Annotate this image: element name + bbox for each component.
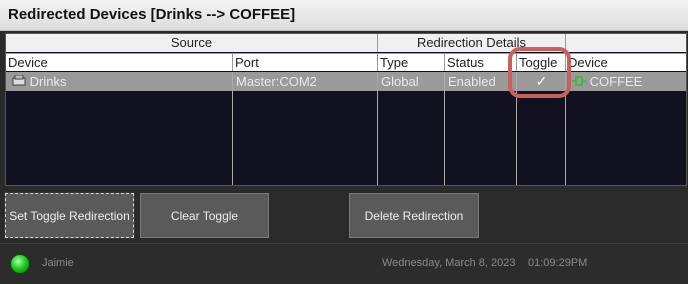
led-icon <box>10 254 30 274</box>
column-header-dest-device[interactable]: Device <box>566 53 686 71</box>
group-header-source: Source <box>6 34 378 52</box>
status-date: Wednesday, March 8, 2023 <box>382 257 516 269</box>
group-header-blank <box>566 34 686 52</box>
status-time: 01:09:29PM <box>528 257 588 269</box>
divider <box>232 72 233 185</box>
cell-port: Master:COM2 <box>236 74 317 89</box>
set-toggle-redirection-button[interactable]: Set Toggle Redirection <box>4 192 135 239</box>
status-user: Jaimie <box>42 257 74 269</box>
column-header-status[interactable]: Status <box>445 53 517 71</box>
cell-dest-device: COFFEE <box>566 72 686 91</box>
device-name: Drinks <box>29 74 67 89</box>
cell-type: Global <box>381 74 419 89</box>
cell-device: Drinks <box>6 72 233 91</box>
table-row[interactable]: Drinks Master:COM2 Global Enabled ✓ COFF… <box>6 72 686 91</box>
dest-device-name: COFFEE <box>589 74 643 89</box>
delete-redirection-button[interactable]: Delete Redirection <box>349 193 479 238</box>
clear-toggle-redirection-button[interactable]: Clear Toggle Redirection <box>140 193 269 268</box>
window-title: Redirected Devices [Drinks --> COFFEE] <box>8 6 296 23</box>
column-header-port[interactable]: Port <box>233 53 378 71</box>
column-header-device[interactable]: Device <box>6 53 233 71</box>
toggle-highlight-annotation <box>508 47 571 98</box>
divider <box>444 72 445 185</box>
title-bar: Redirected Devices [Drinks --> COFFEE] <box>0 0 688 31</box>
column-header-type[interactable]: Type <box>378 53 445 71</box>
divider <box>377 72 378 185</box>
redirect-grid[interactable]: Source Redirection Details Device Port T… <box>5 33 687 186</box>
cell-status: Enabled <box>448 74 496 89</box>
connector-icon <box>572 76 586 86</box>
device-icon <box>12 74 26 86</box>
